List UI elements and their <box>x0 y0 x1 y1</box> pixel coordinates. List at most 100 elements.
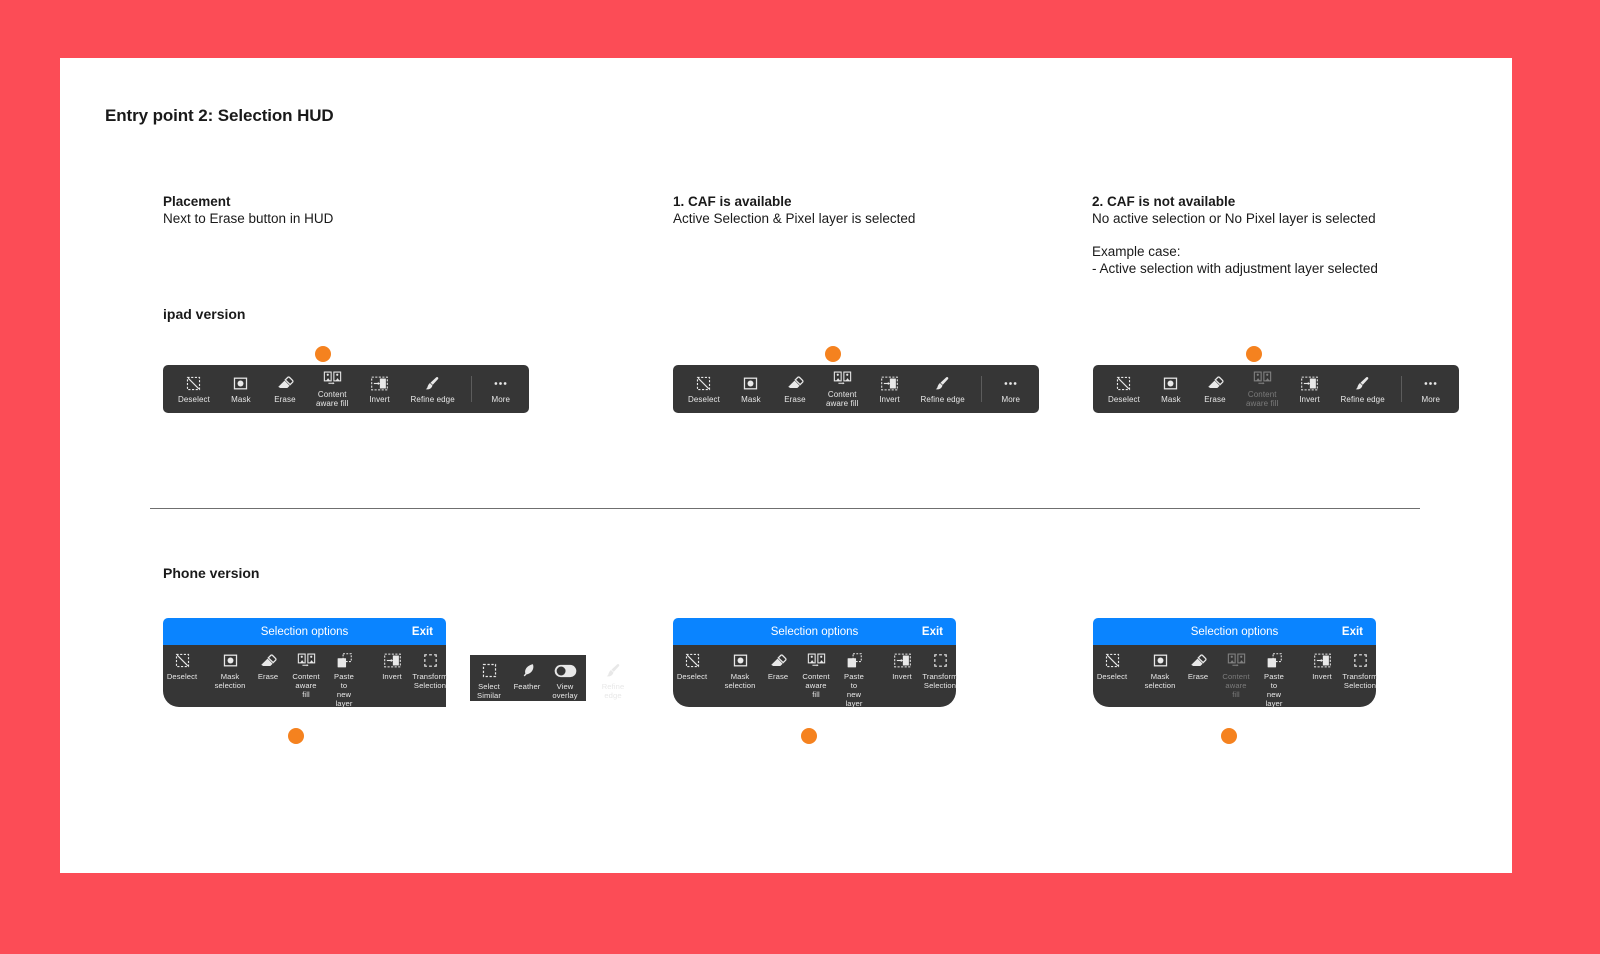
content-aware-fill-icon <box>1227 652 1246 669</box>
toolbar-item-content-aware-fill[interactable]: Content aware fill <box>797 652 835 699</box>
refine-edge-icon <box>423 375 442 392</box>
toolbar-item-refine-edge[interactable]: Refine edge <box>402 365 464 413</box>
refine-edge-icon <box>933 375 952 392</box>
phone-panel-caf-unavailable[interactable]: Selection options Exit Deselect Mask sele… <box>1093 618 1379 708</box>
toolbar-item-content-aware-fill: Content aware fill <box>1237 365 1288 413</box>
toolbar-item-transform-selection[interactable]: Transform Selection <box>411 652 449 690</box>
toolbar-item-feather[interactable]: Feather <box>508 662 546 691</box>
toolbar-item-erase[interactable]: Erase <box>1179 652 1217 681</box>
column-heading-caf-available: 1. CAF is available Active Selection & P… <box>673 193 915 227</box>
phone-overflow-strip[interactable]: Select Similar Feather View overlay Refine … <box>470 655 624 701</box>
phone-panel-toolbar[interactable]: Deselect Mask selection Erase Content aware… <box>673 645 959 708</box>
toolbar-item-label: Mask selection <box>724 672 756 690</box>
invert-icon <box>880 375 899 392</box>
toolbar-item-label: Content aware fill <box>292 672 320 699</box>
toolbar-item-mask[interactable]: Mask <box>1149 365 1193 413</box>
toolbar-item-invert[interactable]: Invert <box>868 365 912 413</box>
exit-button[interactable]: Exit <box>1342 626 1363 638</box>
toolbar-item-label: Deselect <box>688 394 720 404</box>
toolbar-item-more[interactable]: More <box>989 365 1033 413</box>
toolbar-item-erase[interactable]: Erase <box>249 652 287 681</box>
toolbar-item-label: Deselect <box>1108 394 1140 404</box>
mask-icon <box>222 652 239 669</box>
toolbar-item-label: More <box>491 394 511 404</box>
toolbar-item-label: Content aware fill <box>825 390 859 408</box>
toolbar-item-erase[interactable]: Erase <box>773 365 817 413</box>
refine-edge-icon <box>1353 375 1372 392</box>
toolbar-item-deselect[interactable]: Deselect <box>1093 652 1131 681</box>
exit-button[interactable]: Exit <box>412 626 433 638</box>
phone-panel-caf-available[interactable]: Selection options Exit Deselect Mask sele… <box>673 618 959 708</box>
toolbar-item-select-similar[interactable]: Select Similar <box>470 662 508 700</box>
toolbar-item-content-aware-fill[interactable]: Content aware fill <box>817 365 868 413</box>
mask-icon <box>732 652 749 669</box>
column-title: 1. CAF is available <box>673 194 792 209</box>
more-icon <box>491 375 510 392</box>
ipad-hud-caf-available[interactable]: Deselect Mask Erase Content aware fill Inver… <box>673 365 1039 413</box>
erase-icon <box>259 652 277 669</box>
toolbar-item-invert[interactable]: Invert <box>1303 652 1341 681</box>
toolbar-item-erase[interactable]: Erase <box>1193 365 1237 413</box>
content-aware-fill-icon <box>807 652 826 669</box>
phone-panel-toolbar[interactable]: Deselect Mask selection Erase Content aware… <box>163 645 449 708</box>
toolbar-item-paste-to-new-layer[interactable]: Paste to new layer <box>1255 652 1293 708</box>
toolbar-item-transform-selection[interactable]: Transform Selection <box>1341 652 1379 690</box>
toolbar-item-invert[interactable]: Invert <box>373 652 411 681</box>
toolbar-item-label: Select Similar <box>477 682 501 700</box>
toolbar-item-more[interactable]: More <box>479 365 523 413</box>
toolbar-item-refine-edge[interactable]: Refine edge <box>1332 365 1394 413</box>
paste-to-new-layer-icon <box>335 652 354 669</box>
more-icon <box>1421 375 1440 392</box>
toolbar-item-refine-edge[interactable]: Refine edge <box>594 662 632 700</box>
toolbar-item-erase[interactable]: Erase <box>759 652 797 681</box>
invert-icon <box>383 652 402 669</box>
toolbar-item-content-aware-fill: Content aware fill <box>1217 652 1255 699</box>
section-label-phone: Phone version <box>163 565 260 581</box>
toolbar-item-deselect[interactable]: Deselect <box>679 365 729 413</box>
toolbar-item-invert[interactable]: Invert <box>358 365 402 413</box>
toolbar-item-mask-selection[interactable]: Mask selection <box>721 652 759 690</box>
exit-button[interactable]: Exit <box>922 626 943 638</box>
toolbar-item-content-aware-fill[interactable]: Content aware fill <box>307 365 358 413</box>
phone-panel-toolbar[interactable]: Deselect Mask selection Erase Content aware… <box>1093 645 1379 708</box>
toolbar-item-deselect[interactable]: Deselect <box>673 652 711 681</box>
refine-edge-icon <box>604 662 623 679</box>
toolbar-item-deselect[interactable]: Deselect <box>1099 365 1149 413</box>
toolbar-item-deselect[interactable]: Deselect <box>163 652 201 681</box>
toolbar-item-label: Erase <box>274 394 296 404</box>
toolbar-item-label: Erase <box>767 672 789 681</box>
phone-panel-header: Selection options Exit <box>163 618 446 645</box>
toolbar-item-refine-edge[interactable]: Refine edge <box>912 365 974 413</box>
toolbar-item-deselect[interactable]: Deselect <box>169 365 219 413</box>
deselect-icon <box>174 652 191 669</box>
phone-panel-placement[interactable]: Selection options Exit Deselect Mask sele… <box>163 618 449 708</box>
toolbar-item-label: More <box>1001 394 1021 404</box>
toolbar-item-mask[interactable]: Mask <box>729 365 773 413</box>
ipad-hud-placement[interactable]: Deselect Mask Erase Content aware fill Inver… <box>163 365 529 413</box>
toolbar-item-content-aware-fill[interactable]: Content aware fill <box>287 652 325 699</box>
content-aware-fill-icon <box>297 652 316 669</box>
ipad-hud-caf-unavailable[interactable]: Deselect Mask Erase Content aware fill Inver… <box>1093 365 1459 413</box>
toolbar-item-view-overlay[interactable]: View overlay <box>546 662 584 700</box>
toolbar-item-invert[interactable]: Invert <box>1288 365 1332 413</box>
content-aware-fill-icon <box>1253 370 1272 387</box>
deselect-icon <box>695 375 712 392</box>
toolbar-item-label: Deselect <box>178 394 210 404</box>
toolbar-item-invert[interactable]: Invert <box>883 652 921 681</box>
column-title: Placement <box>163 194 231 209</box>
transform-selection-icon <box>1351 652 1370 669</box>
toolbar-item-mask[interactable]: Mask <box>219 365 263 413</box>
toolbar-item-more[interactable]: More <box>1409 365 1453 413</box>
content-aware-fill-icon <box>323 370 342 387</box>
toolbar-separator <box>470 376 472 402</box>
toolbar-item-mask-selection[interactable]: Mask selection <box>1141 652 1179 690</box>
toolbar-item-paste-to-new-layer[interactable]: Paste to new layer <box>325 652 363 708</box>
toolbar-item-label: Mask selection <box>1144 672 1176 690</box>
toolbar-item-label: Content aware fill <box>315 390 349 408</box>
toolbar-item-transform-selection[interactable]: Transform Selection <box>921 652 959 690</box>
toolbar-item-erase[interactable]: Erase <box>263 365 307 413</box>
erase-icon <box>1189 652 1207 669</box>
toolbar-item-label: More <box>1421 394 1441 404</box>
toolbar-item-mask-selection[interactable]: Mask selection <box>211 652 249 690</box>
toolbar-item-paste-to-new-layer[interactable]: Paste to new layer <box>835 652 873 708</box>
